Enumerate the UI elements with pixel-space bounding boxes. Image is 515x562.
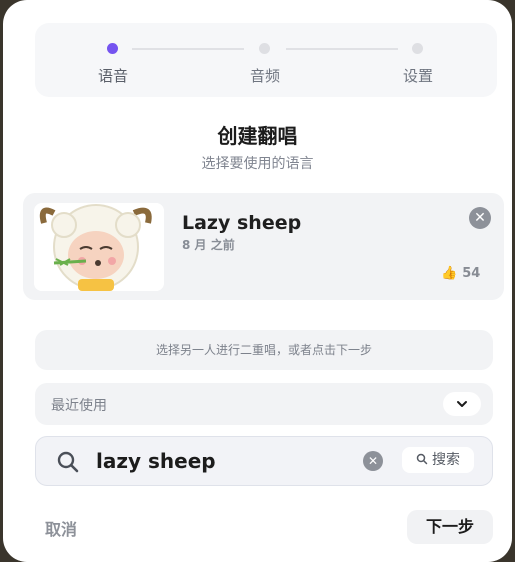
search-input[interactable] (96, 449, 356, 473)
voice-thumbnail (34, 203, 164, 291)
step-label-audio[interactable]: 音频 (235, 65, 295, 86)
remove-voice-button[interactable]: ✕ (469, 207, 491, 229)
cancel-button[interactable]: 取消 (45, 516, 77, 540)
search-icon (416, 453, 428, 465)
step-label-voice[interactable]: 语音 (83, 65, 143, 86)
search-button[interactable]: 搜索 (402, 447, 474, 473)
page-subtitle: 选择要使用的语言 (201, 156, 314, 172)
recent-used-dropdown[interactable]: 最近使用 (35, 383, 493, 425)
step-dot-voice (107, 43, 118, 54)
step-connector (286, 48, 398, 50)
close-icon: ✕ (367, 454, 379, 468)
step-dot-audio (259, 43, 270, 54)
voice-name: Lazy sheep (182, 212, 302, 234)
recent-used-label: 最近使用 (51, 398, 107, 414)
likes-count: 👍 54 (441, 266, 480, 281)
voice-search-bar: ✕ 搜索 (35, 436, 493, 486)
page-title: 创建翻唱 (217, 124, 298, 148)
sheep-cartoon-image (34, 203, 164, 291)
step-connector (132, 48, 244, 50)
expand-recent-button[interactable] (443, 392, 481, 416)
likes-value: 54 (462, 266, 481, 281)
selected-voice-card[interactable]: Lazy sheep 8 月 之前 ✕ 👍 54 (23, 193, 504, 300)
close-icon: ✕ (474, 210, 486, 226)
search-button-label: 搜索 (432, 452, 460, 468)
step-dot-settings (412, 43, 423, 54)
stepper: 语音 音频 设置 (35, 23, 497, 97)
voice-timestamp: 8 月 之前 (182, 238, 235, 252)
step-label-settings[interactable]: 设置 (388, 65, 448, 86)
create-cover-modal: 语音 音频 设置 创建翻唱 选择要使用的语言 Lazy sheep 8 月 之前… (3, 0, 512, 562)
thumbs-up-icon: 👍 (441, 266, 458, 281)
search-icon (57, 451, 79, 473)
next-step-button[interactable]: 下一步 (407, 510, 493, 544)
clear-search-button[interactable]: ✕ (363, 451, 383, 471)
chevron-down-icon (457, 401, 467, 407)
duet-hint: 选择另一人进行二重唱，或者点击下一步 (35, 330, 493, 370)
